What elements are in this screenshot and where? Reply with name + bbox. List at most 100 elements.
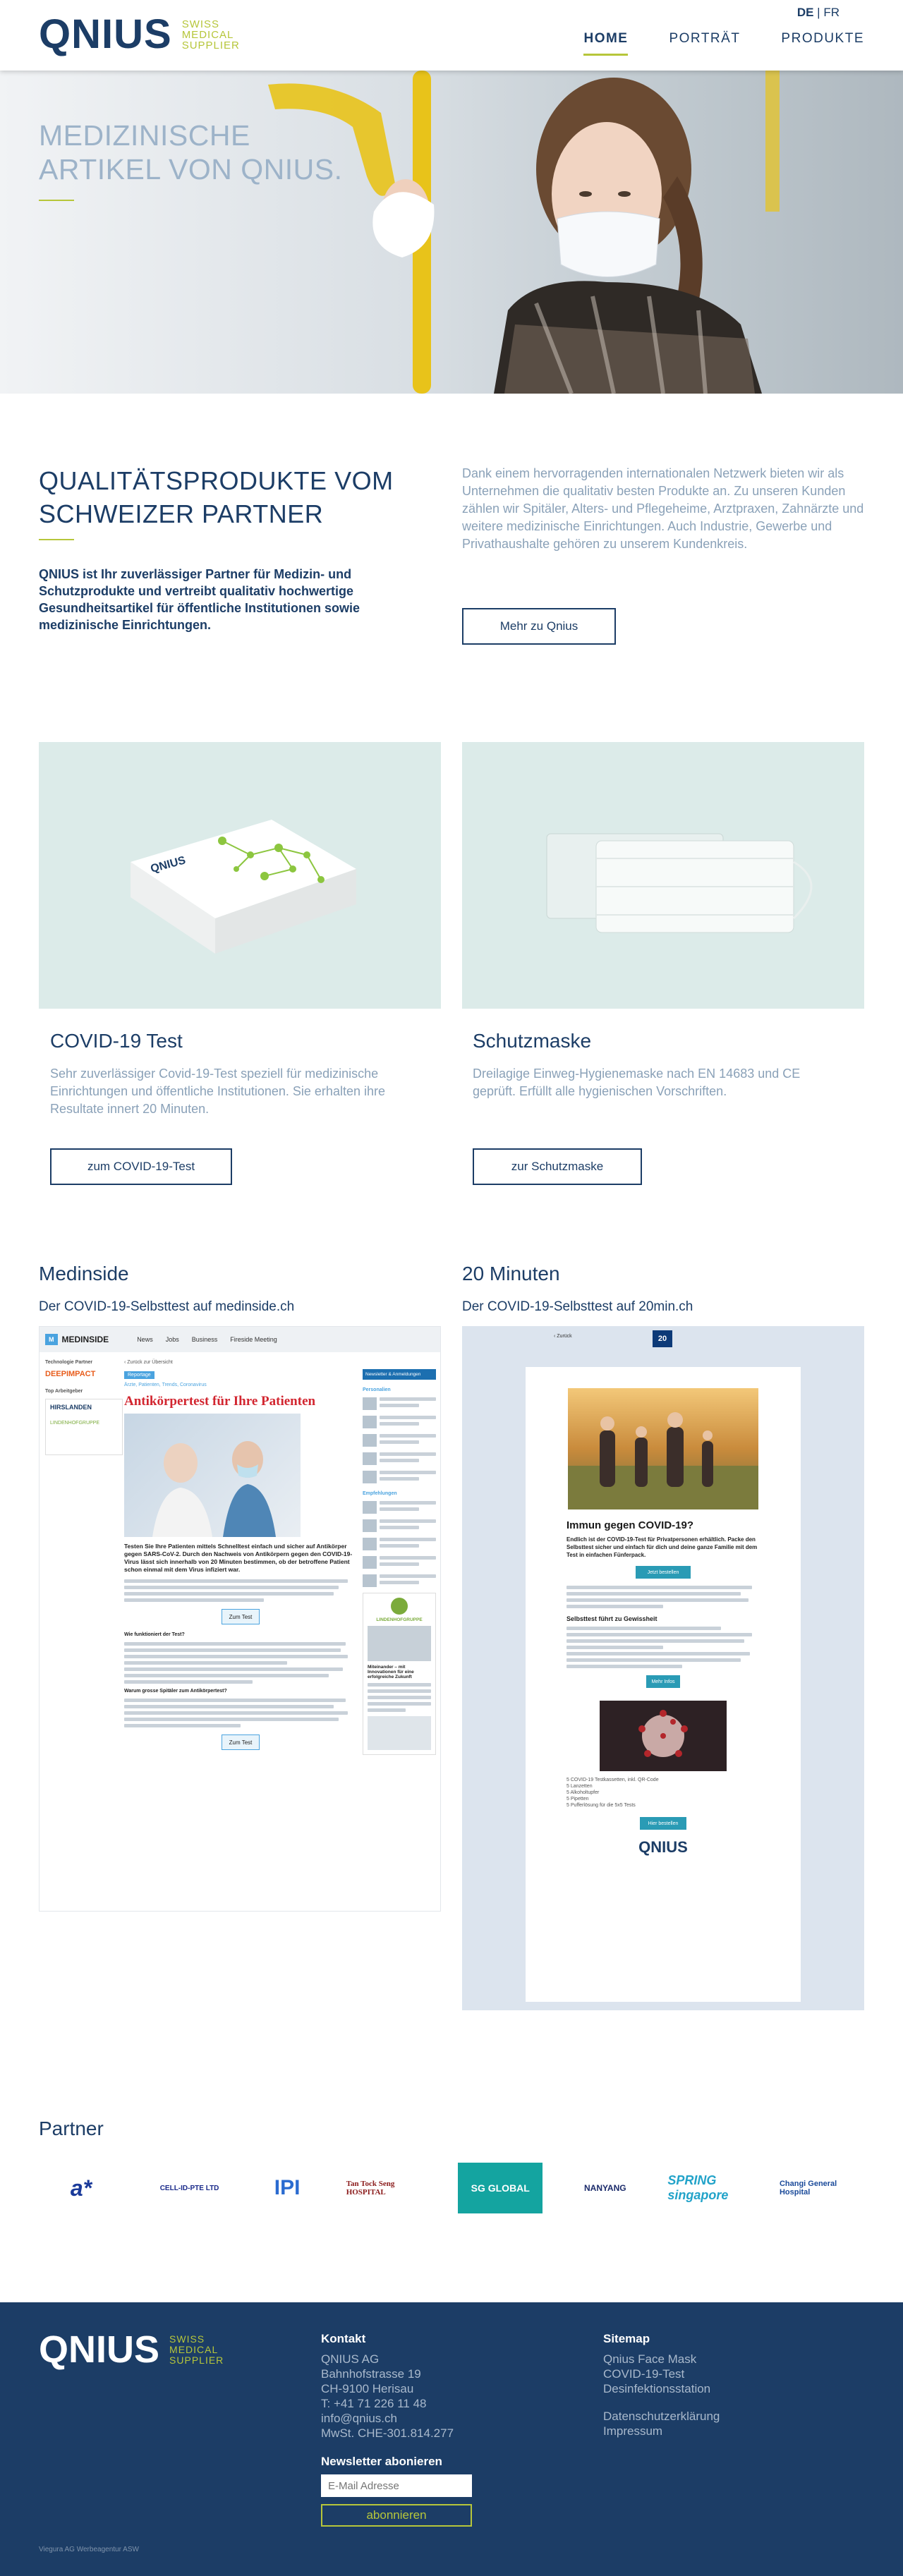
20min-list-item: 5 Alkoholtupfer — [566, 1790, 600, 1795]
footer-tagline-line: SUPPLIER — [169, 2354, 224, 2366]
zum-covid-test-button[interactable]: zum COVID-19-Test — [50, 1148, 232, 1185]
medinside-logo-icon: M — [45, 1334, 58, 1345]
partner-logo-nanyang: NANYANG — [584, 2183, 626, 2193]
20min-hier-bestellen-button[interactable]: Hier bestellen — [640, 1817, 686, 1830]
sitemap-link-covid-test[interactable]: COVID-19-Test — [603, 2367, 720, 2381]
nav-produkte[interactable]: PRODUKTE — [781, 31, 864, 56]
20min-headline: Immun gegen COVID-19? — [566, 1519, 694, 1531]
logo-tagline: SWISS MEDICAL SUPPLIER — [182, 19, 240, 51]
medinside-sidebar-section: Personalien — [363, 1387, 391, 1392]
20min-article: Immun gegen COVID-19? Endlich ist der CO… — [526, 1367, 801, 2002]
hero-title-line: MEDIZINISCHE — [39, 119, 250, 152]
sitemap-heading: Sitemap — [603, 2332, 650, 2345]
20min-list-item: 5 Pipetten — [566, 1797, 589, 1802]
newsletter-subscribe-button[interactable]: abonnieren — [321, 2504, 472, 2527]
language-switcher: DE | FR — [797, 6, 840, 20]
press-title-20min: 20 Minuten — [462, 1263, 560, 1284]
footer-credit[interactable]: Viegura AG Werbeagentur ASW — [39, 2546, 139, 2553]
nav-portraet[interactable]: PORTRÄT — [669, 31, 740, 56]
press-title-medinside: Medinside — [39, 1263, 129, 1284]
medinside-zum-test-button-2[interactable]: Zum Test — [222, 1734, 260, 1750]
footer-tagline-line: MEDICAL — [169, 2343, 219, 2355]
partner-logo-cellid: CELL-ID-PTE LTD — [159, 2184, 219, 2192]
medinside-nav-item: News — [137, 1336, 153, 1343]
site-footer: QNIUS SWISS MEDICAL SUPPLIER Kontakt QNI… — [0, 2302, 903, 2576]
hero-divider — [39, 200, 74, 201]
link-impressum[interactable]: Impressum — [603, 2424, 720, 2438]
hero-title-line: ARTIKEL VON QNIUS. — [39, 153, 343, 186]
nav-home[interactable]: HOME — [583, 31, 629, 56]
mehr-zu-qnius-button[interactable]: Mehr zu Qnius — [462, 608, 616, 645]
partner-logos: a* CELL-ID-PTE LTD IPI Tan Tock Seng HOS… — [39, 2160, 864, 2216]
sitemap-link-desinfektion[interactable]: Desinfektionsstation — [603, 2381, 720, 2396]
intro-title: QUALITÄTSPRODUKTE VOM SCHWEIZER PARTNER — [39, 464, 434, 530]
product-text-maske: Dreilagige Einweg-Hygienemaske nach EN 1… — [473, 1067, 801, 1098]
newsletter-heading: Newsletter abonieren — [321, 2455, 442, 2468]
doctor-photo-illustration — [152, 1441, 276, 1537]
schutzmaske-image — [462, 742, 864, 1009]
partner-logo-ttsh: Tan Tock Seng HOSPITAL — [346, 2180, 395, 2197]
contact-email[interactable]: info@qnius.ch — [321, 2411, 454, 2426]
medinside-sidebar-section: Empfehlungen — [363, 1491, 397, 1496]
covid-test-image: QNIUS — [39, 742, 441, 1009]
medinside-right-sidebar: Newsletter & Anmeldungen Personalien Emp… — [363, 1369, 436, 1755]
medinside-nav-item: Business — [191, 1336, 218, 1343]
family-photo — [568, 1388, 758, 1509]
medinside-question: Warum grosse Spitäler zum Antikörpertest… — [124, 1689, 227, 1694]
partner-logo-ipi: IPI — [274, 2176, 301, 2199]
partner-logo-spring: SPRING singapore — [667, 2173, 729, 2202]
medinside-sidebar-label: Top Arbeitgeber — [45, 1389, 83, 1394]
lindenhof-ad-text: Miteinander – mit Innovationen für eine … — [368, 1665, 414, 1679]
press-link-20min[interactable]: Der COVID-19-Selbsttest auf 20min.ch — [462, 1299, 693, 1315]
zur-schutzmaske-button[interactable]: zur Schutzmaske — [473, 1148, 642, 1185]
contact-vat: MwSt. CHE-301.814.277 — [321, 2426, 454, 2440]
lang-fr-link[interactable]: FR — [823, 6, 840, 19]
product-text-covid: Sehr zuverlässiger Covid-19-Test speziel… — [50, 1067, 385, 1116]
medinside-logo: MEDINSIDE — [61, 1335, 109, 1344]
20min-topbar: ‹ Zurück 20 — [462, 1326, 864, 1347]
site-logo[interactable]: QNIUS SWISS MEDICAL SUPPLIER — [39, 14, 240, 55]
partner-logo-astar: a* — [70, 2175, 92, 2201]
20min-list-item: 5 COVID-19 Testkassetten, inkl. QR-Code — [566, 1778, 659, 1782]
sitemap-links: Qnius Face Mask COVID-19-Test Desinfekti… — [603, 2352, 720, 2438]
medinside-screenshot[interactable]: M MEDINSIDE News Jobs Business Fireside … — [39, 1326, 441, 1912]
medinside-sidebar-label: Technologie Partner — [45, 1360, 93, 1365]
contact-phone[interactable]: T: +41 71 226 11 48 — [321, 2396, 454, 2411]
intro-title-line: QUALITÄTSPRODUKTE VOM — [39, 466, 394, 495]
medinside-headline: Antikörpertest für Ihre Patienten — [124, 1394, 316, 1409]
partner-logo-changi: Changi General Hospital — [779, 2180, 837, 2197]
contact-street: Bahnhofstrasse 19 — [321, 2367, 421, 2381]
logo-wordmark: QNIUS — [39, 11, 172, 57]
press-link-medinside[interactable]: Der COVID-19-Selbsttest auf medinside.ch — [39, 1299, 294, 1315]
contact-city: CH-9100 Herisau — [321, 2382, 414, 2395]
20min-list-item: 5 Pufferlösung für die 5x5 Tests — [566, 1803, 636, 1808]
site-header: QNIUS SWISS MEDICAL SUPPLIER DE | FR HOM… — [0, 0, 903, 71]
medinside-left-sidebar: Technologie Partner DEEPIMPACT Top Arbei… — [45, 1359, 123, 1455]
intro-title-line: SCHWEIZER PARTNER — [39, 499, 324, 528]
deepimpact-logo: DEEPIMPACT — [45, 1370, 96, 1378]
medinside-navbar: M MEDINSIDE News Jobs Business Fireside … — [40, 1327, 440, 1352]
lang-separator: | — [817, 6, 820, 19]
sitemap-link-facemask[interactable]: Qnius Face Mask — [603, 2352, 720, 2367]
link-datenschutz[interactable]: Datenschutzerklärung — [603, 2409, 720, 2424]
20min-logo: 20 — [653, 1330, 672, 1347]
20min-screenshot[interactable]: ‹ Zurück 20 Immun gegen COVID-19? Endlic… — [462, 1326, 864, 2010]
20min-mehr-infos-button[interactable]: Mehr Infos — [646, 1675, 680, 1688]
hirslanden-logo: HIRSLANDEN — [50, 1404, 92, 1411]
lang-de-link[interactable]: DE — [797, 6, 814, 19]
20min-qnius-logo: QNIUS — [638, 1838, 688, 1856]
contact-company: QNIUS AG — [321, 2352, 380, 2366]
20min-jetzt-bestellen-button[interactable]: Jetzt bestellen — [636, 1566, 691, 1579]
lindenhof-ad: LINDENHOFGRUPPE Miteinander – mit Innova… — [363, 1593, 436, 1755]
footer-logo-wordmark: QNIUS — [39, 2328, 160, 2371]
medinside-question: Wie funktioniert der Test? — [124, 1632, 185, 1637]
medinside-zum-test-button[interactable]: Zum Test — [222, 1609, 260, 1624]
newsletter-email-input[interactable] — [321, 2474, 472, 2497]
medinside-lead: Testen Sie Ihre Patienten mittels Schnel… — [124, 1543, 353, 1573]
lindenhof-logo: LINDENHOFGRUPPE — [50, 1421, 100, 1426]
footer-logo[interactable]: QNIUS SWISS MEDICAL SUPPLIER — [39, 2331, 224, 2369]
medinside-breadcrumb: Ärzte, Patienten, Trends, Coronavirus — [124, 1383, 207, 1387]
medinside-back-link: ‹ Zurück zur Übersicht — [124, 1360, 173, 1365]
medinside-nav-item: Fireside Meeting — [230, 1336, 277, 1343]
footer-logo-tagline: SWISS MEDICAL SUPPLIER — [169, 2333, 224, 2366]
